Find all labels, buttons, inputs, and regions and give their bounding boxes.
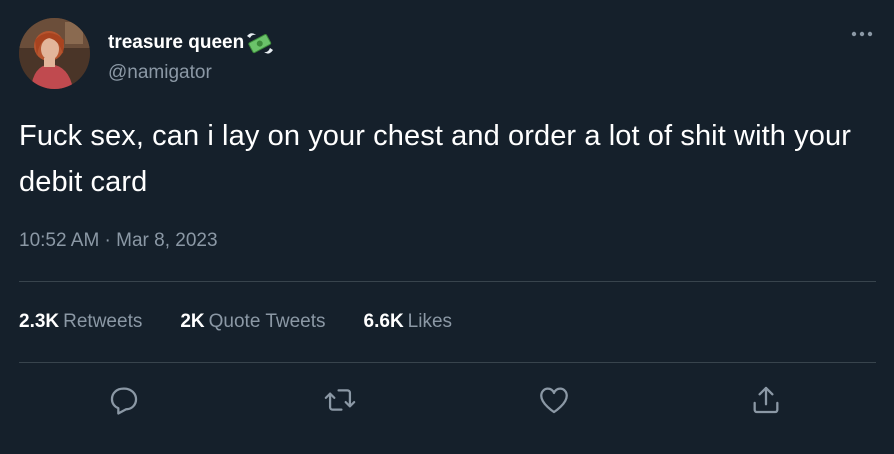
divider bbox=[19, 362, 876, 363]
retweet-button[interactable] bbox=[320, 380, 360, 420]
retweets-count: 2.3K bbox=[19, 311, 60, 332]
display-name[interactable]: treasure queen bbox=[108, 30, 275, 56]
divider bbox=[19, 281, 876, 282]
tweet-card: treasure queen @namigator Fuck sex, can … bbox=[0, 0, 894, 454]
quote-tweets-count: 2K bbox=[180, 311, 205, 332]
retweets-stat[interactable]: 2.3K Retweets bbox=[19, 311, 142, 333]
like-button[interactable] bbox=[534, 380, 574, 420]
money-with-wings-icon bbox=[245, 30, 275, 56]
likes-count: 6.6K bbox=[363, 311, 404, 332]
engagement-stats: 2.3K Retweets 2K Quote Tweets 6.6K Likes bbox=[19, 311, 490, 333]
retweet-icon bbox=[324, 389, 356, 411]
user-handle[interactable]: @namigator bbox=[108, 62, 212, 84]
display-name-text: treasure queen bbox=[108, 32, 245, 53]
share-icon bbox=[753, 386, 779, 414]
quote-tweets-label: Quote Tweets bbox=[208, 311, 326, 332]
like-icon bbox=[540, 387, 568, 414]
avatar-image bbox=[19, 18, 90, 89]
quote-tweets-stat[interactable]: 2K Quote Tweets bbox=[180, 311, 325, 333]
retweets-label: Retweets bbox=[63, 311, 143, 332]
share-button[interactable] bbox=[746, 380, 786, 420]
avatar[interactable] bbox=[19, 18, 90, 89]
tweet-timestamp[interactable]: 10:52 AM · Mar 8, 2023 bbox=[19, 230, 218, 252]
likes-stat[interactable]: 6.6K Likes bbox=[364, 311, 453, 333]
reply-icon bbox=[110, 387, 138, 415]
likes-label: Likes bbox=[407, 311, 453, 332]
reply-button[interactable] bbox=[104, 380, 144, 420]
tweet-text: Fuck sex, can i lay on your chest and or… bbox=[19, 120, 851, 198]
more-options-icon[interactable] bbox=[848, 24, 876, 44]
